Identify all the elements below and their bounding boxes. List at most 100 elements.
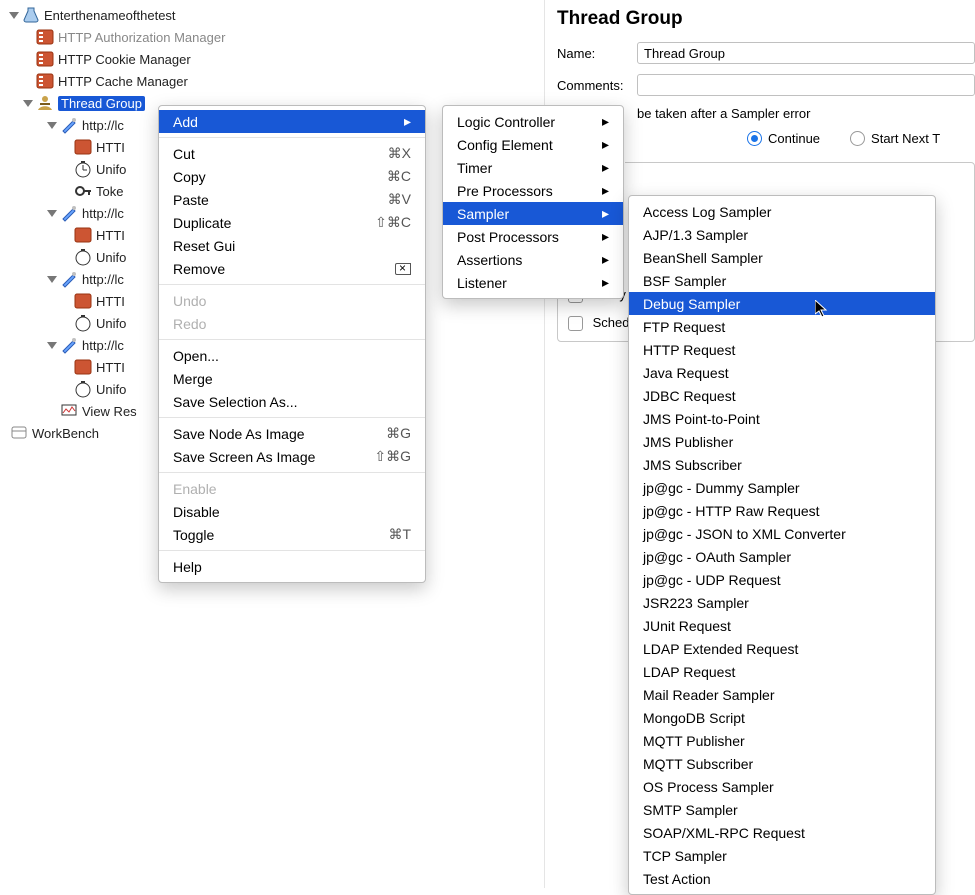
menu-jsr223-sampler[interactable]: JSR223 Sampler: [629, 591, 935, 614]
menu-pre-processors[interactable]: Pre Processors▸: [443, 179, 623, 202]
menu-label: Help: [173, 559, 202, 575]
menu-mqtt-subscriber[interactable]: MQTT Subscriber: [629, 752, 935, 775]
menu-access-log-sampler[interactable]: Access Log Sampler: [629, 200, 935, 223]
menu-label: Open...: [173, 348, 219, 364]
name-input[interactable]: [637, 42, 975, 64]
menu-soap-xmlrpc[interactable]: SOAP/XML-RPC Request: [629, 821, 935, 844]
menu-mongodb-script[interactable]: MongoDB Script: [629, 706, 935, 729]
shortcut: ⇧⌘G: [374, 448, 411, 465]
menu-label: Test Action: [643, 871, 711, 887]
chevron-right-icon: ▸: [602, 136, 609, 153]
config-icon: [74, 226, 92, 244]
menu-jms-subscriber[interactable]: JMS Subscriber: [629, 453, 935, 476]
menu-ldap-request[interactable]: LDAP Request: [629, 660, 935, 683]
menu-save-selection[interactable]: Save Selection As...: [159, 390, 425, 413]
tree-label: HTTP Cache Manager: [58, 74, 188, 89]
menu-reset-gui[interactable]: Reset Gui: [159, 234, 425, 257]
menu-bsf-sampler[interactable]: BSF Sampler: [629, 269, 935, 292]
menu-jms-ptp[interactable]: JMS Point-to-Point: [629, 407, 935, 430]
tree-label: HTTI: [96, 294, 125, 309]
tree-label: Enterthenameofthetest: [44, 8, 176, 23]
chevron-right-icon: ▸: [602, 205, 609, 222]
menu-http-request[interactable]: HTTP Request: [629, 338, 935, 361]
menu-duplicate[interactable]: Duplicate⇧⌘C: [159, 211, 425, 234]
menu-label: Sampler: [457, 206, 509, 222]
menu-jms-publisher[interactable]: JMS Publisher: [629, 430, 935, 453]
menu-merge[interactable]: Merge: [159, 367, 425, 390]
menu-separator: [159, 550, 425, 551]
menu-label: JSR223 Sampler: [643, 595, 749, 611]
menu-add[interactable]: Add ▸: [159, 110, 425, 133]
menu-label: Save Node As Image: [173, 426, 305, 442]
shortcut: ⌘X: [388, 145, 411, 162]
shortcut: ⌘V: [388, 191, 411, 208]
menu-open[interactable]: Open...: [159, 344, 425, 367]
tree-item[interactable]: HTTP Authorization Manager: [4, 26, 544, 48]
menu-os-process-sampler[interactable]: OS Process Sampler: [629, 775, 935, 798]
menu-copy[interactable]: Copy⌘C: [159, 165, 425, 188]
menu-debug-sampler[interactable]: Debug Sampler: [629, 292, 935, 315]
menu-ldap-extended[interactable]: LDAP Extended Request: [629, 637, 935, 660]
menu-junit-request[interactable]: JUnit Request: [629, 614, 935, 637]
menu-label: BSF Sampler: [643, 273, 726, 289]
submenu-add: Logic Controller▸ Config Element▸ Timer▸…: [442, 105, 624, 299]
menu-jpgc-oauth[interactable]: jp@gc - OAuth Sampler: [629, 545, 935, 568]
chevron-down-icon[interactable]: [46, 207, 58, 219]
tree-item-testplan[interactable]: Enterthenameofthetest: [4, 4, 544, 26]
thread-group-icon: [36, 94, 54, 112]
menu-test-action[interactable]: Test Action: [629, 867, 935, 890]
menu-label: Save Selection As...: [173, 394, 298, 410]
menu-logic-controller[interactable]: Logic Controller▸: [443, 110, 623, 133]
menu-remove[interactable]: Remove: [159, 257, 425, 280]
chevron-down-icon[interactable]: [46, 339, 58, 351]
menu-cut[interactable]: Cut⌘X: [159, 142, 425, 165]
menu-jpgc-dummy[interactable]: jp@gc - Dummy Sampler: [629, 476, 935, 499]
tree-label: HTTP Cookie Manager: [58, 52, 191, 67]
menu-label: Save Screen As Image: [173, 449, 315, 465]
tree-label: http://lc: [82, 272, 124, 287]
menu-jdbc-request[interactable]: JDBC Request: [629, 384, 935, 407]
menu-jpgc-udp[interactable]: jp@gc - UDP Request: [629, 568, 935, 591]
chevron-down-icon[interactable]: [46, 119, 58, 131]
menu-ftp-request[interactable]: FTP Request: [629, 315, 935, 338]
menu-java-request[interactable]: Java Request: [629, 361, 935, 384]
menu-disable[interactable]: Disable: [159, 500, 425, 523]
menu-config-element[interactable]: Config Element▸: [443, 133, 623, 156]
chevron-down-icon[interactable]: [8, 9, 20, 21]
menu-label: Enable: [173, 481, 217, 497]
menu-ajp-sampler[interactable]: AJP/1.3 Sampler: [629, 223, 935, 246]
menu-separator: [159, 339, 425, 340]
chevron-down-icon[interactable]: [46, 273, 58, 285]
radio-continue[interactable]: Continue: [747, 131, 820, 146]
menu-help[interactable]: Help: [159, 555, 425, 578]
menu-paste[interactable]: Paste⌘V: [159, 188, 425, 211]
menu-label: Remove: [173, 261, 225, 277]
workbench-icon: [10, 424, 28, 442]
menu-jpgc-http-raw[interactable]: jp@gc - HTTP Raw Request: [629, 499, 935, 522]
chevron-right-icon: ▸: [602, 113, 609, 130]
menu-timer[interactable]: Timer▸: [443, 156, 623, 179]
menu-post-processors[interactable]: Post Processors▸: [443, 225, 623, 248]
tree-item[interactable]: HTTP Cookie Manager: [4, 48, 544, 70]
chevron-down-icon[interactable]: [22, 97, 34, 109]
config-icon: [36, 50, 54, 68]
menu-mqtt-publisher[interactable]: MQTT Publisher: [629, 729, 935, 752]
menu-listener[interactable]: Listener▸: [443, 271, 623, 294]
menu-label: Post Processors: [457, 229, 559, 245]
comments-input[interactable]: [637, 74, 975, 96]
menu-smtp-sampler[interactable]: SMTP Sampler: [629, 798, 935, 821]
menu-assertions[interactable]: Assertions▸: [443, 248, 623, 271]
menu-save-screen-image[interactable]: Save Screen As Image ⇧⌘G: [159, 445, 425, 468]
menu-beanshell-sampler[interactable]: BeanShell Sampler: [629, 246, 935, 269]
radio-start-next[interactable]: Start Next T: [850, 131, 940, 146]
checkbox-scheduler[interactable]: [568, 316, 583, 331]
menu-tcp-sampler[interactable]: TCP Sampler: [629, 844, 935, 867]
menu-toggle[interactable]: Toggle⌘T: [159, 523, 425, 546]
menu-sampler[interactable]: Sampler ▸: [443, 202, 623, 225]
menu-label: Add: [173, 114, 198, 130]
menu-save-node-image[interactable]: Save Node As Image⌘G: [159, 422, 425, 445]
menu-label: OS Process Sampler: [643, 779, 774, 795]
menu-jpgc-json-xml[interactable]: jp@gc - JSON to XML Converter: [629, 522, 935, 545]
tree-item[interactable]: HTTP Cache Manager: [4, 70, 544, 92]
menu-mail-reader[interactable]: Mail Reader Sampler: [629, 683, 935, 706]
